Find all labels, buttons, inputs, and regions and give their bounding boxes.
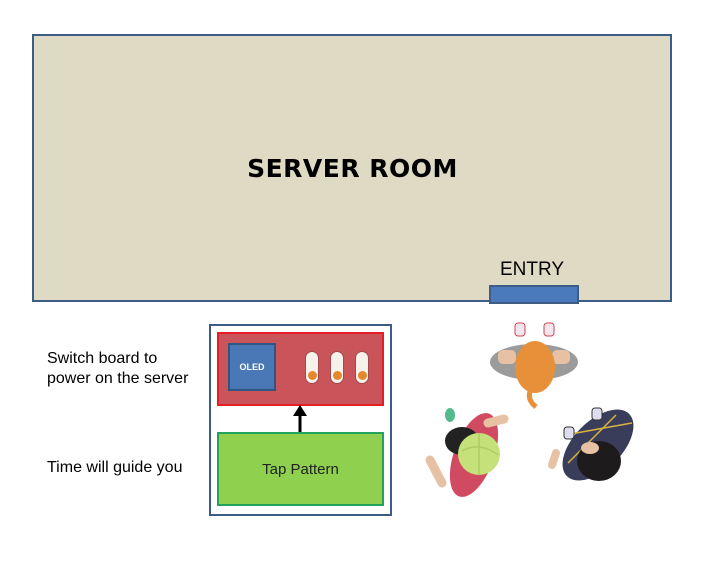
- person-dark-hair-icon: [548, 407, 634, 481]
- entry-door[interactable]: [489, 285, 579, 304]
- server-room-title: SERVER ROOM: [247, 154, 458, 183]
- toggle-knob: [358, 371, 367, 380]
- toggle-switch-1[interactable]: [305, 351, 319, 384]
- people-group-illustration: [425, 322, 634, 497]
- oled-display: OLED: [228, 343, 276, 391]
- toggle-knob: [333, 371, 342, 380]
- person-green-cap-icon: [425, 408, 509, 497]
- entry-label: ENTRY: [500, 259, 565, 280]
- tap-pattern-label: Tap Pattern: [262, 460, 339, 478]
- toggle-switch-3[interactable]: [355, 351, 369, 384]
- toggle-knob: [308, 371, 317, 380]
- time-hint-label: Time will guide you: [47, 459, 183, 476]
- arrow-up-icon: [293, 405, 307, 433]
- switch-board-label: Switch board to power on the server: [47, 350, 189, 387]
- person-orange-hair-icon: [490, 322, 578, 409]
- tap-pattern-button[interactable]: Tap Pattern: [217, 432, 384, 506]
- toggle-switch-2[interactable]: [330, 351, 344, 384]
